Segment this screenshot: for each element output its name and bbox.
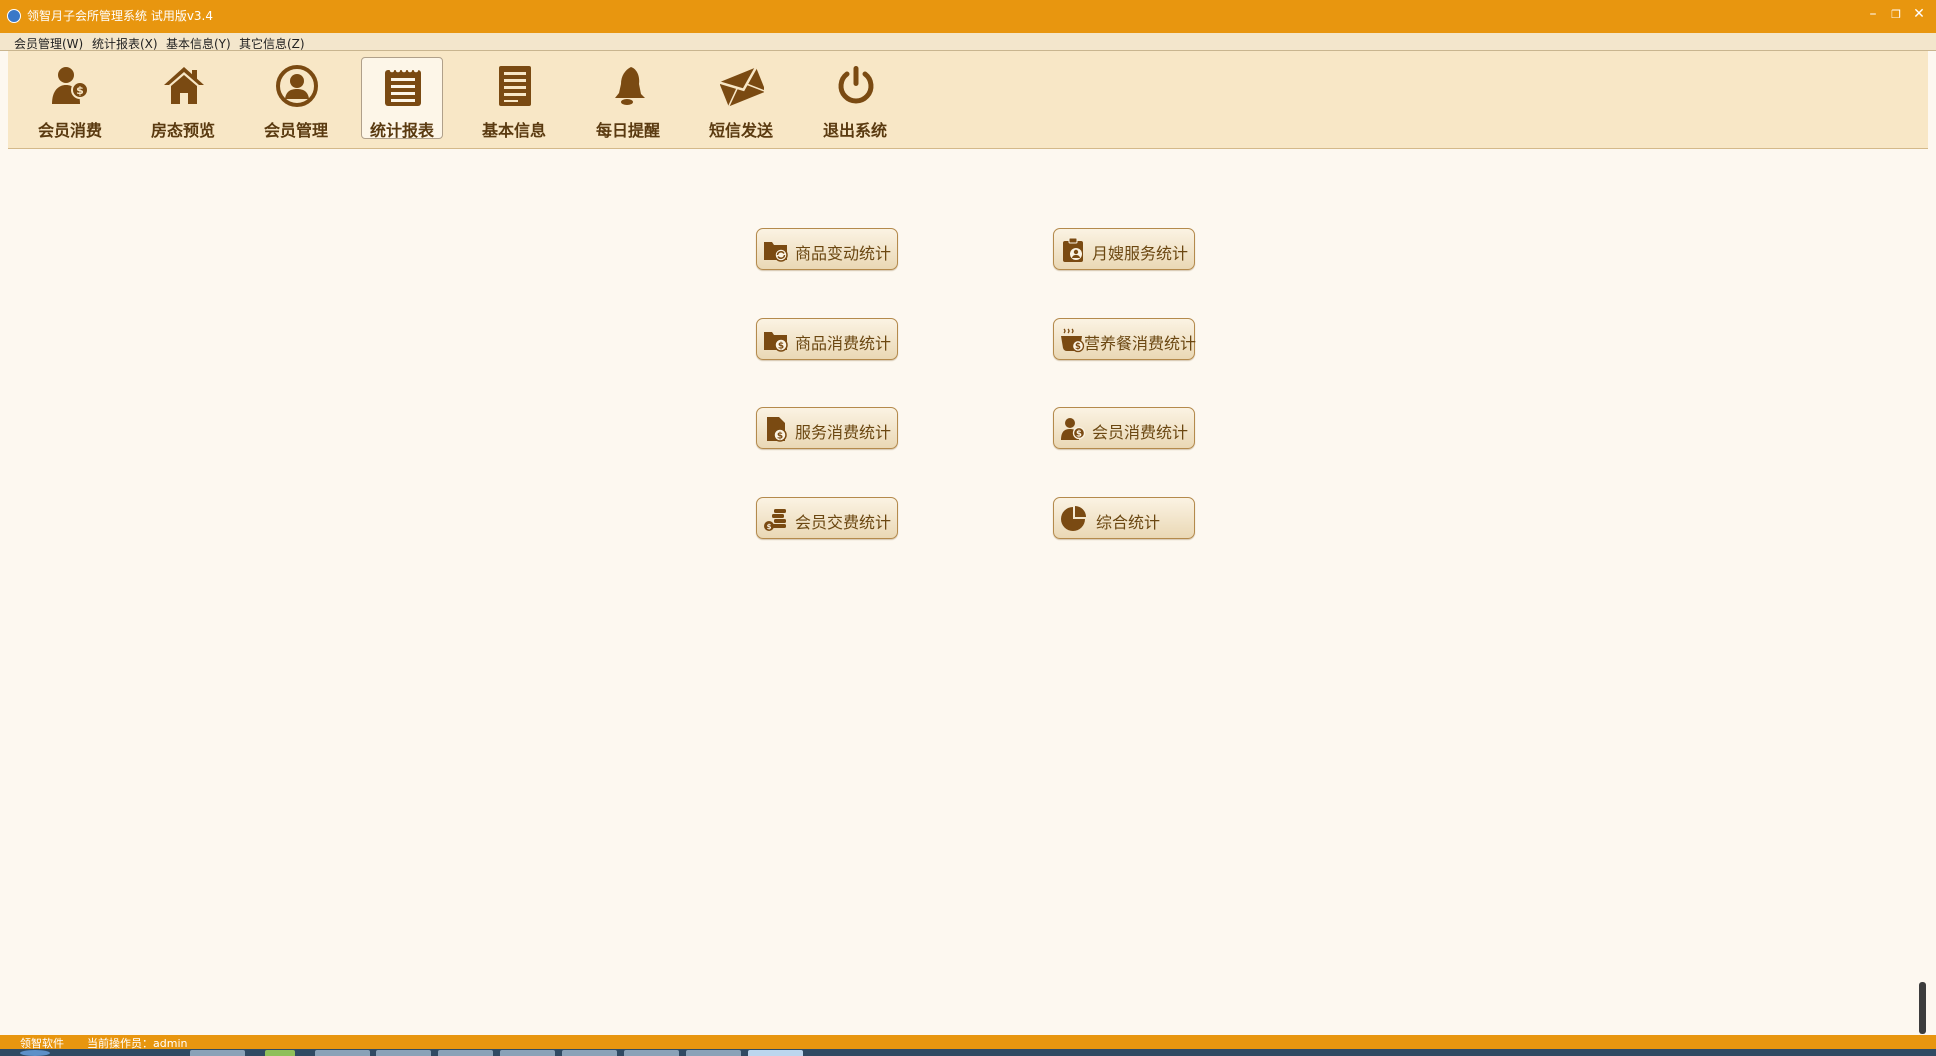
report-list-icon	[385, 67, 421, 106]
member-money-icon: $	[52, 67, 89, 104]
nanny-service-stats-button[interactable]: 月嫂服务统计	[1053, 228, 1195, 270]
status-bar: 领智软件 当前操作员：admin	[0, 1035, 1936, 1050]
svg-text:$: $	[777, 432, 783, 442]
report-button-label: 服务消费统计	[795, 423, 892, 442]
coins-icon: $	[764, 509, 786, 531]
nutrition-meal-stats-button[interactable]: $ 营养餐消费统计	[1053, 318, 1197, 360]
report-button-label: 商品消费统计	[795, 334, 892, 353]
pie-icon	[1061, 506, 1086, 531]
member-payment-stats-button[interactable]: $ 会员交费统计	[756, 497, 898, 539]
folder-money-icon: $	[764, 332, 788, 352]
taskbar-app-active[interactable]	[748, 1050, 803, 1056]
member-money-icon: $	[1061, 418, 1086, 440]
taskbar-app[interactable]	[624, 1050, 679, 1056]
report-button-label: 月嫂服务统计	[1092, 244, 1189, 263]
main-toolbar: $ 会员消费 房态预览 会员管理 统计报表 基本信息 每日提醒 短信发送 退出系…	[8, 51, 1928, 149]
member-consumption-stats-button[interactable]: $ 会员消费统计	[1053, 407, 1195, 449]
toolbar-daily-reminder-button[interactable]: 每日提醒	[587, 57, 669, 140]
window-title: 领智月子会所管理系统 试用版v3.4	[27, 9, 214, 23]
toolbar-member-management-button[interactable]: 会员管理	[255, 57, 337, 140]
toolbar-label: 会员管理	[263, 121, 328, 140]
svg-text:$: $	[767, 523, 772, 531]
envelope-icon	[720, 66, 764, 107]
toolbar-sms-button[interactable]: 短信发送	[700, 57, 782, 140]
toolbar-label: 基本信息	[481, 121, 546, 140]
report-button-label: 会员交费统计	[795, 513, 892, 532]
restore-button[interactable]: ❐	[1885, 8, 1907, 21]
report-button-label: 会员消费统计	[1092, 423, 1189, 442]
goods-consumption-stats-button[interactable]: $ 商品消费统计	[756, 318, 898, 360]
menu-basic-info[interactable]: 基本信息(Y)	[166, 35, 231, 52]
menu-member-management[interactable]: 会员管理(W)	[14, 35, 83, 52]
title-bar: 领智月子会所管理系统 试用版v3.4 – ❐ ✕	[0, 0, 1936, 33]
scrollbar-thumb[interactable]	[1919, 982, 1926, 1034]
taskbar-app[interactable]	[500, 1050, 555, 1056]
goods-change-stats-button[interactable]: 商品变动统计	[756, 228, 898, 270]
toolbar-label: 统计报表	[369, 121, 434, 140]
taskbar-app[interactable]	[265, 1050, 295, 1056]
taskbar-app[interactable]	[562, 1050, 617, 1056]
svg-text:$: $	[1076, 429, 1082, 439]
taskbar-app[interactable]	[315, 1050, 370, 1056]
bell-icon	[615, 67, 645, 105]
toolbar-room-status-button[interactable]: 房态预览	[142, 57, 224, 140]
toolbar-label: 退出系统	[822, 121, 887, 140]
folder-refresh-icon	[764, 242, 788, 262]
clipboard-user-icon	[1063, 237, 1083, 262]
comprehensive-stats-button[interactable]: 综合统计	[1053, 497, 1195, 539]
file-money-icon: $	[767, 417, 787, 442]
toolbar-member-consumption-button[interactable]: $ 会员消费	[29, 57, 111, 140]
user-circle-icon	[276, 65, 318, 107]
taskbar-app[interactable]	[376, 1050, 431, 1056]
report-button-label: 营养餐消费统计	[1084, 334, 1197, 353]
start-button[interactable]	[20, 1050, 50, 1056]
toolbar-label: 每日提醒	[595, 121, 660, 140]
toolbar-label: 房态预览	[150, 121, 215, 140]
svg-text:$: $	[778, 342, 784, 352]
menu-statistics[interactable]: 统计报表(X)	[92, 35, 158, 52]
svg-text:$: $	[1075, 342, 1081, 352]
toolbar-exit-button[interactable]: 退出系统	[814, 57, 896, 140]
toolbar-label: 会员消费	[37, 121, 102, 140]
report-button-label: 综合统计	[1096, 513, 1161, 532]
toolbar-label: 短信发送	[708, 121, 773, 140]
toolbar-statistics-button[interactable]: 统计报表	[361, 57, 443, 140]
service-consumption-stats-button[interactable]: $ 服务消费统计	[756, 407, 898, 449]
bowl-money-icon: $	[1061, 328, 1085, 352]
house-icon	[164, 67, 204, 104]
menu-other-info[interactable]: 其它信息(Z)	[239, 35, 305, 52]
svg-text:$: $	[76, 84, 84, 97]
taskbar-app[interactable]	[686, 1050, 741, 1056]
close-button[interactable]: ✕	[1908, 6, 1930, 22]
document-icon	[499, 66, 531, 106]
minimize-button[interactable]: –	[1862, 6, 1884, 22]
toolbar-basic-info-button[interactable]: 基本信息	[473, 57, 555, 140]
menu-bar: 会员管理(W) 统计报表(X) 基本信息(Y) 其它信息(Z)	[0, 33, 1936, 51]
app-icon	[7, 9, 21, 23]
report-button-label: 商品变动统计	[795, 244, 892, 263]
taskbar-app[interactable]	[438, 1050, 493, 1056]
main-content: 商品变动统计 $ 商品消费统计 $ 服务消费统计 $ 会员交费统计 月嫂服务统计…	[8, 149, 1928, 1035]
power-icon	[838, 66, 874, 104]
taskbar-app[interactable]	[190, 1050, 245, 1056]
os-taskbar	[0, 1049, 1936, 1056]
